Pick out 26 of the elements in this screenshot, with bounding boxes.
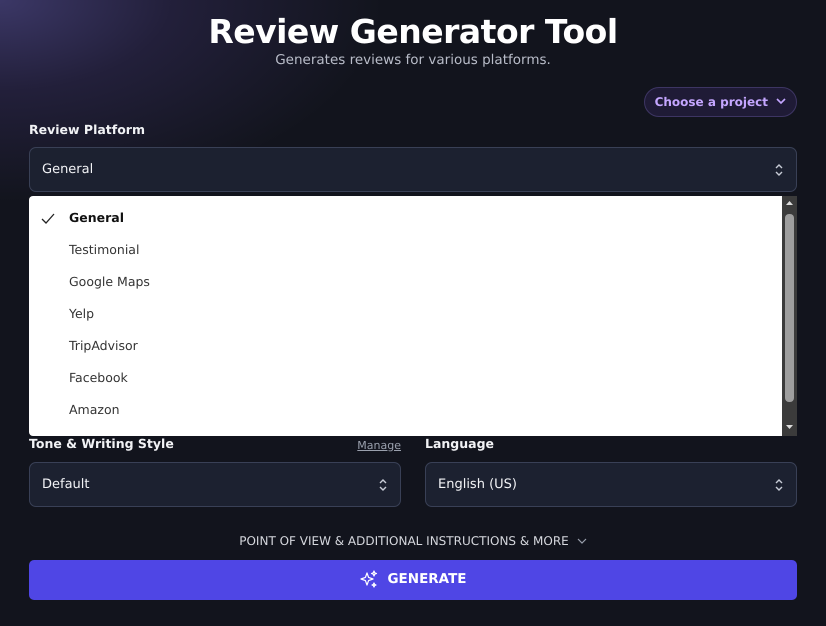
field-label: Language	[425, 435, 494, 454]
page-title: Review Generator Tool	[208, 14, 618, 50]
platform-select[interactable]: General	[29, 147, 797, 192]
dropdown-option[interactable]: Google Maps	[29, 266, 782, 298]
sort-icon	[378, 478, 388, 492]
page-subtitle: Generates reviews for various platforms.	[274, 51, 552, 70]
language-select[interactable]: English (US)	[425, 462, 797, 508]
chevron-down-icon	[776, 98, 786, 106]
dropdown-option[interactable]: Facebook	[29, 362, 782, 394]
dropdown-option[interactable]: Amazon	[29, 394, 782, 426]
sort-icon	[774, 478, 784, 492]
field-label: Review Platform	[29, 120, 146, 139]
sort-icon	[774, 162, 784, 177]
dropdown-option[interactable]: TripAdvisor	[29, 330, 782, 362]
dropdown-option[interactable]: Yelp	[29, 298, 782, 330]
generate-button[interactable]: GENERATE	[29, 560, 797, 600]
sparkle-icon	[359, 570, 380, 590]
advanced-options-toggle[interactable]: POINT OF VIEW & ADDITIONAL INSTRUCTIONS & MORE	[233, 531, 593, 552]
manage-link[interactable]: Manage	[357, 438, 401, 454]
field-label: Tone & Writing Style	[29, 435, 174, 454]
dropdown-option[interactable]: General	[29, 202, 782, 234]
checkmark-icon	[41, 212, 55, 224]
tone-select[interactable]: Default	[29, 462, 401, 508]
dropdown-option[interactable]: Testimonial	[29, 234, 782, 266]
project-dropdown-button[interactable]: Choose a project	[644, 86, 797, 117]
chevron-down-icon	[576, 538, 587, 544]
